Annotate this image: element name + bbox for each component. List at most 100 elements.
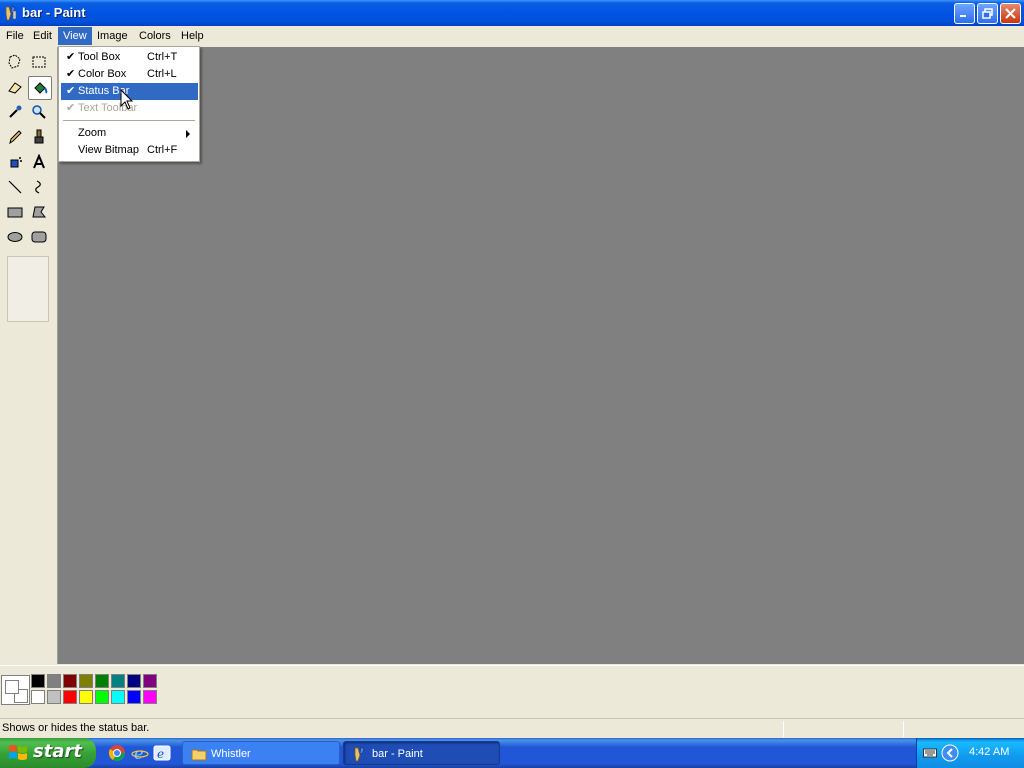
color-swatch[interactable] [143,674,157,688]
tool-options-panel[interactable] [7,256,49,322]
menu-item-label: View Bitmap [78,144,139,156]
paint-app-icon [5,5,17,21]
close-button[interactable] [1000,3,1021,24]
menu-item-label: Zoom [78,127,107,139]
menu-item-view-bitmap[interactable]: View Bitmap Ctrl+F [61,142,198,159]
pick-color-tool[interactable] [3,100,27,124]
menu-item-shortcut: Ctrl+T [147,51,178,63]
polygon-icon [32,206,47,218]
start-label: start [33,741,82,762]
mouse-cursor-icon [120,89,134,110]
taskbar: start e e Whistler bar - Paint 4:42 AM [0,738,1024,768]
menu-help[interactable]: Help [176,27,209,45]
ellipse-icon [7,232,23,242]
ellipse-tool[interactable] [3,225,27,249]
menu-separator [63,120,195,121]
color-swatch[interactable] [95,690,109,704]
color-swatch[interactable] [31,674,45,688]
color-swatch[interactable] [127,690,141,704]
magnifier-tool[interactable] [27,100,51,124]
menu-item-label: Color Box [78,68,127,80]
minimize-icon [960,15,966,17]
check-icon: ✔ [66,68,76,80]
menu-item-tool-box[interactable]: ✔ Tool Box Ctrl+T [61,49,198,66]
status-bar: Shows or hides the status bar. [0,718,1024,738]
tool-box [0,47,56,664]
folder-icon [191,749,207,761]
fill-tool[interactable] [28,76,52,100]
pick-color-icon [9,105,22,118]
check-icon: ✔ [66,102,76,114]
svg-text:e: e [157,747,164,761]
task-bar-paint[interactable]: bar - Paint [343,741,500,765]
start-button[interactable]: start [0,738,96,768]
brush-tool[interactable] [27,125,51,149]
color-swatch[interactable] [79,690,93,704]
menu-colors[interactable]: Colors [134,27,176,45]
status-divider [783,721,784,737]
title-bar: bar - Paint [0,0,1024,26]
airbrush-icon [10,157,22,168]
chrome-icon[interactable] [108,744,126,762]
color-swatch[interactable] [63,690,77,704]
color-swatch[interactable] [111,690,125,704]
windows-flag-icon [9,745,27,760]
minimize-button[interactable] [954,3,975,24]
check-icon: ✔ [66,51,76,63]
menu-item-shortcut: Ctrl+F [147,144,178,156]
color-swatch[interactable] [31,690,45,704]
menu-image[interactable]: Image [92,27,133,45]
polygon-tool[interactable] [27,200,51,224]
current-colors[interactable] [1,675,30,705]
menu-item-zoom[interactable]: Zoom [61,125,198,142]
keyboard-icon[interactable] [923,747,937,759]
free-form-select-tool[interactable] [3,50,27,74]
free-form-select-icon [8,54,21,69]
tray-expand-icon[interactable] [941,744,959,762]
color-swatch[interactable] [111,674,125,688]
color-box [0,665,1024,714]
restore-button[interactable] [977,3,998,24]
menu-item-shortcut: Ctrl+L [147,68,177,80]
close-icon [1005,8,1016,19]
rectangle-tool[interactable] [3,200,27,224]
menu-bar: File Edit View Image Colors Help [0,26,1024,46]
foreground-color [5,680,19,694]
rounded-rectangle-icon [31,231,47,243]
text-icon [33,154,45,169]
system-tray: 4:42 AM [916,738,1024,768]
airbrush-tool[interactable] [3,150,27,174]
menu-file[interactable]: File [1,27,29,45]
canvas-workspace[interactable] [57,47,1024,664]
outlook-express-icon[interactable]: e [153,744,171,762]
select-tool[interactable] [27,50,51,74]
color-swatch[interactable] [95,674,109,688]
line-tool[interactable] [3,175,27,199]
eraser-tool[interactable] [3,75,27,99]
color-swatch[interactable] [143,690,157,704]
text-tool[interactable] [27,150,51,174]
color-swatch[interactable] [63,674,77,688]
curve-tool[interactable] [27,175,51,199]
pencil-tool[interactable] [3,125,27,149]
color-swatch[interactable] [79,674,93,688]
internet-explorer-icon[interactable]: e [131,744,149,762]
menu-item-color-box[interactable]: ✔ Color Box Ctrl+L [61,66,198,83]
pencil-icon [9,130,22,145]
menu-edit[interactable]: Edit [28,27,57,45]
color-swatch[interactable] [47,674,61,688]
task-label: Whistler [211,748,251,760]
color-swatch[interactable] [127,674,141,688]
eraser-icon [8,82,22,94]
rectangle-icon [7,207,23,218]
task-whistler[interactable]: Whistler [182,741,340,765]
clock: 4:42 AM [969,746,1010,758]
restore-icon [982,8,993,19]
rounded-rectangle-tool[interactable] [27,225,51,249]
fill-icon [34,82,48,94]
color-swatch[interactable] [47,690,61,704]
submenu-arrow-icon [186,130,190,138]
status-divider [903,721,904,737]
menu-view[interactable]: View [58,27,92,45]
menu-item-label: Tool Box [78,51,121,63]
